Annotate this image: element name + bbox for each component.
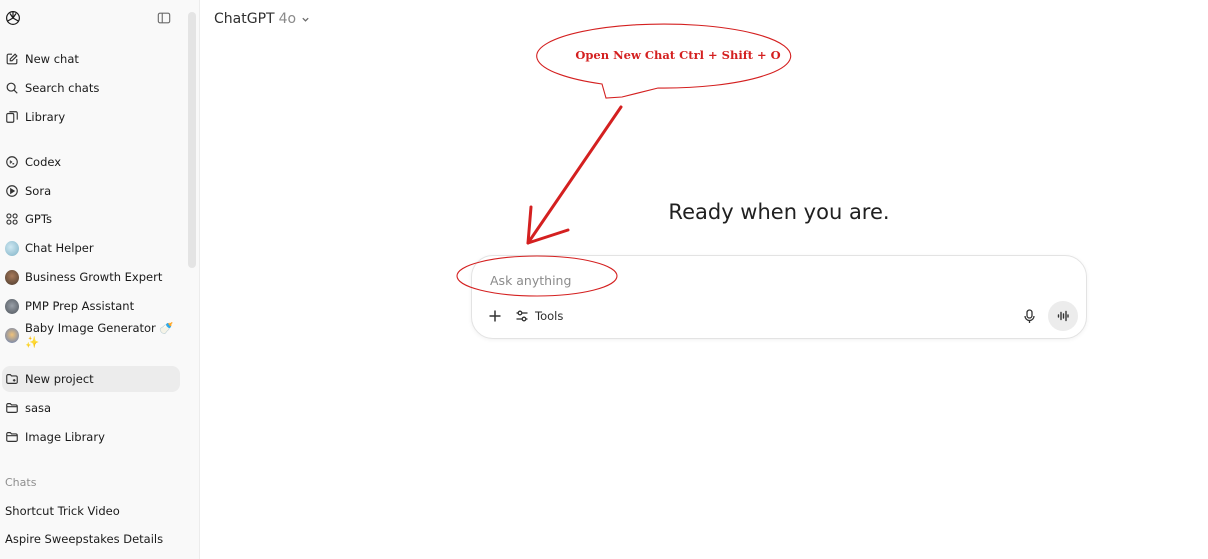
play-circle-icon — [5, 184, 19, 198]
search-icon — [5, 81, 19, 95]
sidebar-item-chat-helper[interactable]: Chat Helper — [2, 235, 180, 261]
sidebar-item-label: Codex — [25, 155, 62, 169]
tools-button[interactable]: Tools — [515, 307, 563, 325]
sidebar-item-label: Search chats — [25, 81, 100, 95]
plus-icon — [489, 310, 501, 322]
model-name: ChatGPT — [214, 11, 275, 27]
sidebar-toggle-icon[interactable] — [157, 11, 171, 25]
folder-icon — [5, 430, 19, 444]
sidebar-item-label: Chat Helper — [25, 241, 94, 255]
folder-icon — [5, 401, 19, 415]
terminal-icon — [5, 155, 19, 169]
chats-section-label: Chats — [5, 476, 37, 489]
sidebar-item-new-chat[interactable]: New chat — [2, 46, 180, 72]
add-attachment-button[interactable] — [486, 307, 504, 325]
hero-heading: Ready when you are. — [668, 200, 890, 224]
microphone-icon — [1023, 308, 1035, 323]
composer: Tools — [471, 255, 1087, 339]
avatar — [5, 269, 19, 285]
sidebar-item-library[interactable]: Library — [2, 104, 180, 130]
sidebar-item-label: Business Growth Expert — [25, 270, 163, 284]
sidebar-item-codex[interactable]: Codex — [2, 149, 180, 175]
model-version: 4o — [278, 11, 297, 27]
sidebar-item-label: Baby Image Generator 🍼✨ — [25, 321, 174, 349]
sidebar-item-label: Library — [25, 110, 66, 124]
sidebar-item-baby-image-generator[interactable]: Baby Image Generator 🍼✨ — [2, 321, 180, 349]
sidebar-item-label: sasa — [25, 401, 52, 415]
sidebar-item-label: GPTs — [25, 212, 52, 226]
sliders-icon — [516, 310, 528, 322]
sidebar-header — [0, 0, 199, 40]
tools-label: Tools — [535, 309, 564, 323]
voice-waveform-icon — [1057, 310, 1069, 322]
callout-text: Open New Chat Ctrl + Shift + O — [575, 48, 781, 62]
sidebar-item-new-project[interactable]: New project — [2, 366, 180, 392]
library-icon — [5, 110, 19, 124]
sidebar-item-pmp-prep-assistant[interactable]: PMP Prep Assistant — [2, 293, 180, 319]
sidebar: New chat Search chats Library Codex Sora… — [0, 0, 200, 559]
sidebar-item-label: New project — [25, 372, 94, 386]
openai-logo-icon[interactable] — [4, 9, 22, 27]
sidebar-item-image-library[interactable]: Image Library — [2, 424, 180, 450]
grid-icon — [5, 212, 19, 226]
model-selector[interactable]: ChatGPT 4o — [214, 11, 310, 27]
voice-mode-button[interactable] — [1048, 301, 1078, 331]
new-folder-icon — [5, 372, 19, 386]
new-chat-icon — [5, 52, 19, 66]
sidebar-item-label: PMP Prep Assistant — [25, 299, 135, 313]
chat-history-item[interactable]: Aspire Sweepstakes Details — [5, 532, 163, 546]
chevron-down-icon — [302, 17, 309, 22]
sidebar-item-sasa[interactable]: sasa — [2, 395, 180, 421]
chat-history-item[interactable]: Shortcut Trick Video — [5, 504, 120, 518]
prompt-input[interactable] — [488, 268, 1052, 292]
sidebar-item-business-growth-expert[interactable]: Business Growth Expert — [2, 264, 180, 290]
sidebar-item-label: New chat — [25, 52, 79, 66]
avatar — [5, 327, 19, 343]
sidebar-item-sora[interactable]: Sora — [2, 178, 180, 204]
sidebar-scrollbar[interactable] — [188, 12, 196, 268]
sidebar-item-gpts[interactable]: GPTs — [2, 206, 180, 232]
sidebar-item-label: Image Library — [25, 430, 105, 444]
dictate-button[interactable] — [1020, 307, 1038, 325]
avatar — [5, 240, 19, 256]
sidebar-item-label: Sora — [25, 184, 52, 198]
sidebar-item-search-chats[interactable]: Search chats — [2, 75, 180, 101]
avatar — [5, 298, 19, 314]
